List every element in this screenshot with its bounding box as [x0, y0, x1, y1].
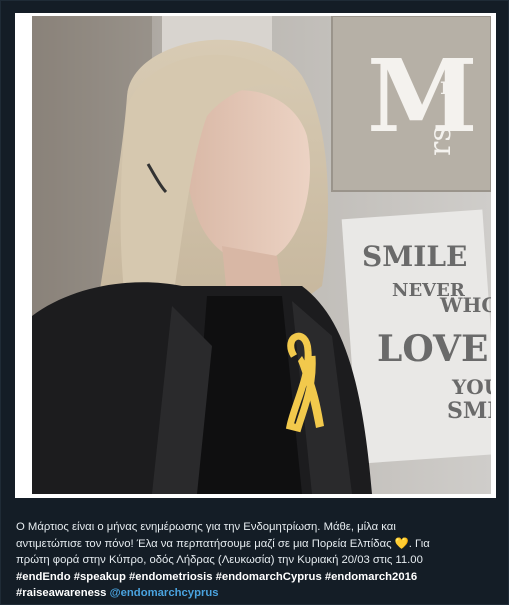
- tweet-line-2-end: . Για: [408, 537, 430, 550]
- svg-text:WHO: WHO: [439, 293, 491, 317]
- tweet-card: M r rs SMILE NEVER WHO LOVE YOU SMIL: [0, 0, 509, 605]
- svg-text:rs: rs: [423, 126, 458, 156]
- photo-frame: M r rs SMILE NEVER WHO LOVE YOU SMIL: [15, 13, 496, 498]
- photo-illustration: M r rs SMILE NEVER WHO LOVE YOU SMIL: [32, 16, 491, 494]
- tweet-line-3: πρώτη φορά στην Κύπρο, οδός Λήδρας (Λευκ…: [16, 554, 423, 566]
- svg-text:r: r: [440, 72, 452, 100]
- hashtag-raiseawareness[interactable]: #raiseawareness: [16, 587, 106, 599]
- svg-text:YOU: YOU: [451, 375, 491, 399]
- tweet-text: Ο Μάρτιος είναι ο μήνας ενημέρωσης για τ…: [16, 519, 496, 602]
- mention-link[interactable]: @endomarchcyprus: [110, 587, 219, 599]
- svg-text:SMILE: SMILE: [362, 240, 467, 273]
- tweet-line-2: αντιμετώπισε τον πόνο! Έλα να περπατήσου…: [16, 537, 392, 550]
- svg-text:LOVE: LOVE: [377, 328, 488, 370]
- mr-mrs-sign: M r rs: [331, 16, 491, 192]
- svg-text:SMIL: SMIL: [447, 398, 491, 424]
- tweet-photo[interactable]: M r rs SMILE NEVER WHO LOVE YOU SMIL: [32, 16, 491, 494]
- yellow-heart-icon: 💛: [394, 537, 409, 550]
- tweet-line-1: Ο Μάρτιος είναι ο μήνας ενημέρωσης για τ…: [16, 521, 396, 533]
- smile-sign: SMILE NEVER WHO LOVE YOU SMIL: [341, 209, 491, 464]
- hashtags-line[interactable]: #endEndo #speakup #endometriosis #endoma…: [16, 571, 417, 583]
